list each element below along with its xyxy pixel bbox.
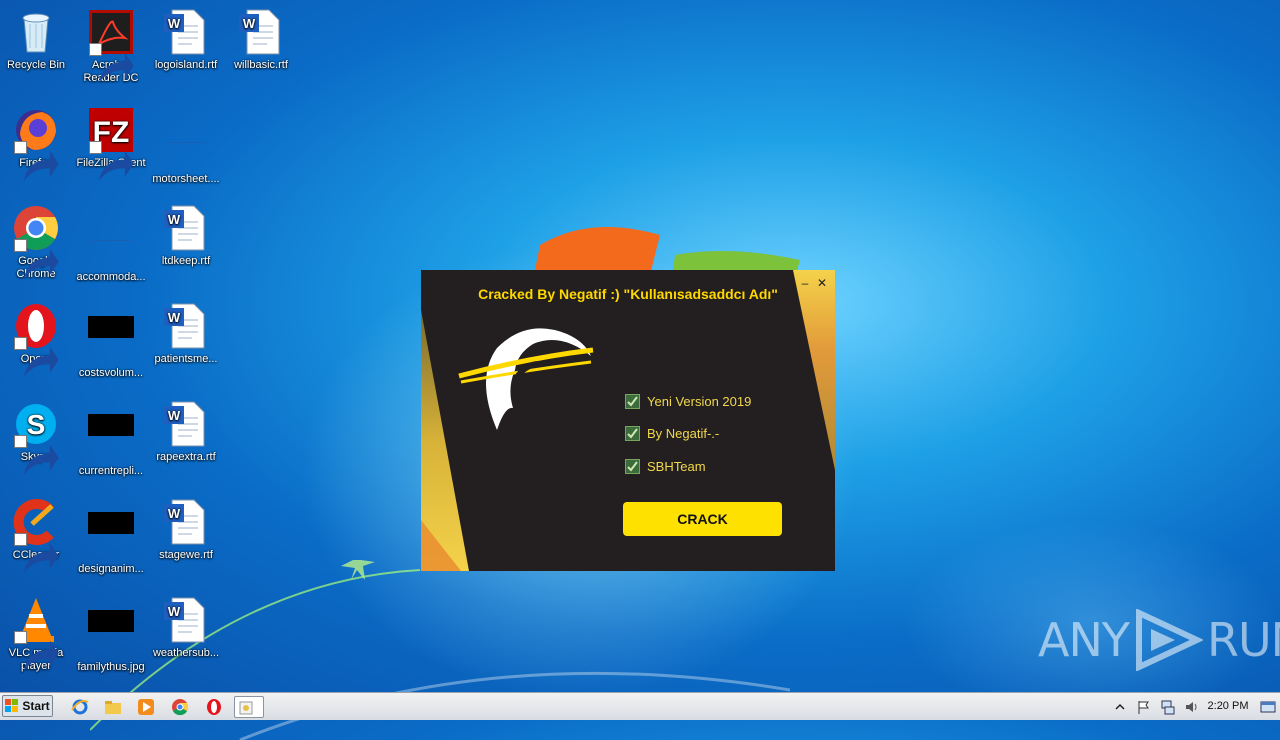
chevron-up-icon[interactable]: [1112, 699, 1128, 715]
desktop-icon-opera[interactable]: Opera: [0, 302, 74, 378]
desktop-icon-label: currentrepli...: [78, 465, 144, 477]
anyrun-watermark: ANY RUN: [1038, 608, 1280, 672]
desktop-icon-file[interactable]: accommoda...: [73, 204, 149, 284]
word-doc-icon: W: [164, 597, 205, 643]
desktop-icon-file[interactable]: W rapeextra.rtf: [148, 400, 224, 464]
desktop-icon-label: costsvolum...: [78, 367, 144, 379]
word-doc-icon: W: [164, 499, 205, 545]
desktop-icon-label: Recycle Bin: [6, 59, 66, 71]
black-thumbnail-icon: [88, 414, 134, 436]
desktop-icon-file[interactable]: motorsheet....: [148, 106, 224, 186]
taskbar-media-player[interactable]: [135, 696, 157, 718]
opera-icon: [207, 699, 221, 715]
checkbox-box[interactable]: [625, 394, 640, 409]
desktop-icon-skype[interactable]: S Skype: [0, 400, 74, 476]
minimize-button[interactable]: –: [798, 276, 812, 290]
blank-file-icon: [166, 122, 206, 143]
desktop-icon-label: weathersub...: [152, 647, 220, 659]
taskbar-chrome[interactable]: [169, 696, 191, 718]
desktop-icon-label: stagewe.rtf: [159, 549, 213, 561]
checkbox-yeni-version[interactable]: Yeni Version 2019: [625, 394, 751, 409]
desktop-icon-file[interactable]: W weathersub...: [148, 596, 224, 660]
desktop-icon-acrobat[interactable]: Acrobat Reader DC: [73, 8, 149, 85]
word-doc-icon: W: [164, 303, 205, 349]
svg-text:W: W: [168, 16, 181, 31]
recycle-bin-icon: [22, 13, 50, 53]
explorer-icon: [105, 701, 121, 714]
checkbox-sbhteam[interactable]: SBHTeam: [625, 459, 706, 474]
action-center-flag-icon[interactable]: [1136, 699, 1152, 715]
show-desktop-icon[interactable]: [1258, 696, 1278, 718]
desktop-icon-file[interactable]: W willbasic.rtf: [223, 8, 299, 72]
start-label: Start: [22, 699, 50, 713]
word-doc-icon: W: [164, 401, 205, 447]
desktop-icon-file[interactable]: W logoisland.rtf: [148, 8, 224, 72]
desktop-icon-label: designanim...: [78, 563, 144, 575]
desktop-icon-file[interactable]: W patientsme...: [148, 302, 224, 366]
watermark-text-left: ANY: [1038, 613, 1130, 667]
checkbox-by-negatif[interactable]: By Negatif-.-: [625, 426, 719, 441]
checkbox-box[interactable]: [625, 426, 640, 441]
taskbar-opera[interactable]: [203, 696, 225, 718]
svg-text:W: W: [243, 16, 256, 31]
desktop-icon-file[interactable]: designanim...: [73, 498, 149, 576]
blank-file-icon: [91, 220, 131, 241]
crack-dialog: Cracked By Negatif :) "Kullanısadsaddcı …: [421, 270, 835, 571]
taskbar-explorer[interactable]: [102, 696, 124, 718]
word-doc-icon: W: [164, 205, 205, 251]
network-icon[interactable]: [1160, 699, 1176, 715]
svg-text:W: W: [168, 212, 181, 227]
running-app-icon: [239, 701, 253, 715]
checkbox-label: Yeni Version 2019: [647, 394, 752, 409]
desktop-icon-file[interactable]: W stagewe.rtf: [148, 498, 224, 562]
desktop-icon-file[interactable]: currentrepli...: [73, 400, 149, 478]
taskbar-ie[interactable]: [69, 696, 91, 718]
svg-text:W: W: [168, 506, 181, 521]
black-thumbnail-icon: [88, 610, 134, 632]
helmet-logo-icon: [458, 328, 594, 430]
crack-button[interactable]: CRACK: [623, 502, 782, 536]
volume-icon[interactable]: [1184, 699, 1200, 715]
dialog-title: Cracked By Negatif :) "Kullanısadsaddcı …: [478, 286, 778, 302]
system-tray: [1108, 693, 1204, 720]
desktop-icon-label: willbasic.rtf: [234, 59, 288, 71]
checkbox-label: By Negatif-.-: [647, 426, 720, 441]
start-button[interactable]: Start: [2, 695, 53, 717]
desktop-icon-chrome[interactable]: Google Chrome: [0, 204, 74, 281]
desktop-icon-label: patientsme...: [154, 353, 218, 365]
desktop-icon-label: ltdkeep.rtf: [161, 255, 211, 267]
svg-text:W: W: [168, 310, 181, 325]
windows-logo-icon: [5, 699, 19, 712]
ie-icon: [71, 699, 89, 715]
desktop-icon-filezilla[interactable]: FZ FileZilla Client: [73, 106, 149, 182]
clock[interactable]: 2:20 PM: [1200, 693, 1256, 720]
desktop-icon-vlc[interactable]: VLC media player: [0, 596, 74, 673]
desktop-icon-label: logoisland.rtf: [154, 59, 218, 71]
media-player-icon: [138, 699, 154, 715]
chrome-icon: [172, 699, 189, 716]
checkbox-label: SBHTeam: [647, 459, 706, 474]
desktop-icon-label: motorsheet....: [152, 173, 220, 185]
desktop-icon-label: familythus.jpg: [77, 661, 145, 673]
checkbox-box[interactable]: [625, 459, 640, 474]
desktop-icon-file[interactable]: costsvolum...: [73, 302, 149, 380]
desktop-icon-label: rapeextra.rtf: [156, 451, 216, 463]
desktop-icon-recycle-bin[interactable]: Recycle Bin: [0, 8, 74, 72]
black-thumbnail-icon: [88, 512, 134, 534]
close-button[interactable]: ✕: [815, 276, 829, 290]
desktop-icon-file[interactable]: familythus.jpg: [73, 596, 149, 674]
desktop-icon-firefox[interactable]: Firefox: [0, 106, 74, 182]
desktop-icon-file[interactable]: W ltdkeep.rtf: [148, 204, 224, 268]
word-doc-icon: W: [239, 9, 280, 55]
black-thumbnail-icon: [88, 316, 134, 338]
desktop-icon-ccleaner[interactable]: CCleaner: [0, 498, 74, 574]
word-doc-icon: W: [164, 9, 205, 55]
taskbar-running-app[interactable]: [234, 696, 264, 718]
svg-text:W: W: [168, 604, 181, 619]
desktop-icon-label: accommoda...: [76, 271, 146, 283]
taskbar: Start 2:20 PM: [0, 692, 1280, 720]
play-triangle-icon: [1135, 609, 1203, 671]
watermark-text-right: RUN: [1206, 613, 1280, 667]
svg-text:W: W: [168, 408, 181, 423]
